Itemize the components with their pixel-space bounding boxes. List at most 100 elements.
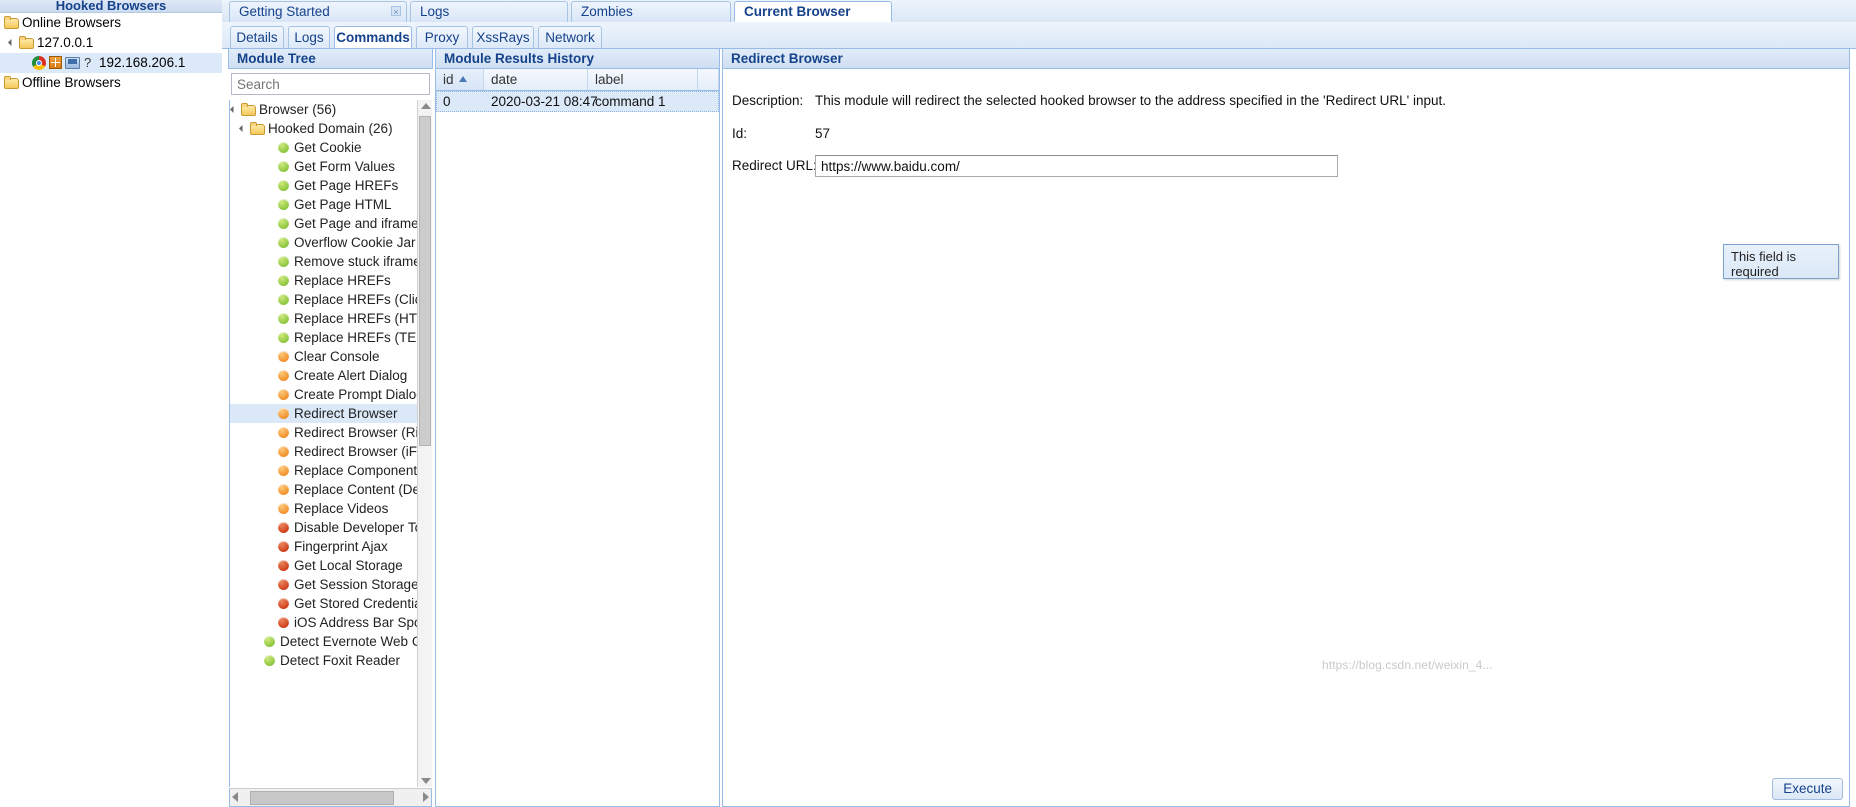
expander-icon[interactable]	[239, 124, 249, 134]
top-tab-current-browser[interactable]: Current Browser	[734, 1, 892, 22]
module-status-green-icon	[278, 294, 289, 305]
scroll-down-icon[interactable]	[421, 778, 431, 784]
tab-details[interactable]: Details	[230, 26, 284, 48]
scroll-thumb[interactable]	[419, 116, 431, 446]
module-tree-item[interactable]: Redirect Browser	[230, 404, 431, 423]
module-tree-item[interactable]: Replace HREFs (TEL	[230, 328, 431, 347]
module-tree-item[interactable]: Detect Evernote Web Cli	[230, 632, 431, 651]
module-tree-item[interactable]: Get Page and iframe	[230, 214, 431, 233]
module-tree-item[interactable]: Get Cookie	[230, 138, 431, 157]
execute-button[interactable]: Execute	[1772, 778, 1843, 800]
hooked-browsers-tree[interactable]: Online Browsers 127.0.0.1? 192.168.206.1 Of…	[0, 13, 222, 93]
description-value: This module will redirect the selected h…	[815, 93, 1446, 108]
top-tab-zombies[interactable]: Zombies	[571, 1, 731, 22]
node-label: Offline Browsers	[22, 75, 121, 90]
hooked-browser-node[interactable]: 127.0.0.1	[0, 33, 222, 53]
module-status-green-icon	[264, 636, 275, 647]
module-label: Get Local Storage	[294, 558, 403, 573]
module-detail-body: Description: This module will redirect t…	[722, 69, 1850, 807]
module-tree-horizontal-scrollbar[interactable]	[229, 788, 432, 807]
module-detail-header: Redirect Browser	[722, 48, 1850, 69]
scroll-right-icon[interactable]	[423, 792, 429, 802]
module-status-orange-icon	[278, 484, 289, 495]
close-icon[interactable]: ×	[391, 6, 401, 17]
module-tree-item[interactable]: Get Session Storage	[230, 575, 431, 594]
module-detail-panel: Redirect Browser Description: This modul…	[722, 48, 1850, 807]
module-label: Redirect Browser	[294, 406, 398, 421]
module-tree-item[interactable]: Create Prompt Dialog	[230, 385, 431, 404]
column-header-label: label	[595, 72, 624, 87]
module-status-orange-icon	[278, 351, 289, 362]
tab-network[interactable]: Network	[538, 26, 602, 48]
module-tree-item[interactable]: Replace HREFs (HTT	[230, 309, 431, 328]
module-tree-item[interactable]: Replace HREFs (Click	[230, 290, 431, 309]
module-label: Overflow Cookie Jar	[294, 235, 416, 250]
module-status-orange-icon	[278, 446, 289, 457]
module-tree-item[interactable]: Get Stored Credentia	[230, 594, 431, 613]
column-header-id[interactable]: id	[436, 69, 484, 90]
sub-tab-strip: Details Logs Commands Proxy XssRays Network	[222, 22, 1856, 49]
module-label: Hooked Domain (26)	[268, 121, 393, 136]
search-input[interactable]	[231, 73, 430, 95]
hooked-browsers-panel: Hooked Browsers Online Browsers 127.0.0.1…	[0, 0, 223, 807]
description-label: Description:	[732, 93, 804, 108]
module-tree-item[interactable]: Disable Developer To	[230, 518, 431, 537]
module-tree-item[interactable]: Create Alert Dialog	[230, 366, 431, 385]
expander-icon[interactable]	[230, 105, 240, 115]
module-label: Get Stored Credentia	[294, 596, 422, 611]
tab-proxy[interactable]: Proxy	[416, 26, 468, 48]
column-header-label: id	[443, 72, 454, 87]
top-tab-logs[interactable]: Logs	[410, 1, 568, 22]
tab-logs[interactable]: Logs	[288, 26, 330, 48]
redirect-url-input[interactable]	[815, 155, 1338, 177]
table-row[interactable]: 0 2020-03-21 08:47 command 1	[436, 91, 719, 112]
module-label: Create Alert Dialog	[294, 368, 408, 383]
module-tree-item[interactable]: Hooked Domain (26)	[230, 119, 431, 138]
module-status-green-icon	[278, 180, 289, 191]
module-tree-item[interactable]: Clear Console	[230, 347, 431, 366]
module-tree-item[interactable]: Redirect Browser (iFr	[230, 442, 431, 461]
module-tree-item[interactable]: Get Page HTML	[230, 195, 431, 214]
module-tree-item[interactable]: Get Local Storage	[230, 556, 431, 575]
tab-xssrays[interactable]: XssRays	[472, 26, 534, 48]
tab-label: XssRays	[476, 30, 530, 45]
module-tree-item[interactable]: Replace HREFs	[230, 271, 431, 290]
module-label: Get Page and iframe	[294, 216, 419, 231]
scroll-left-icon[interactable]	[232, 792, 238, 802]
hooked-browser-node[interactable]: Offline Browsers	[0, 73, 222, 93]
module-label: Get Form Values	[294, 159, 396, 174]
scroll-up-icon[interactable]	[421, 103, 431, 109]
module-status-green-icon	[278, 256, 289, 267]
module-tree-item[interactable]: iOS Address Bar Spo	[230, 613, 431, 632]
chrome-browser-icon	[32, 56, 46, 70]
results-grid-body[interactable]: 0 2020-03-21 08:47 command 1	[435, 91, 720, 807]
module-tree-vertical-scrollbar[interactable]	[417, 100, 432, 787]
module-status-green-icon	[278, 313, 289, 324]
module-tree-item[interactable]: Replace Content (De	[230, 480, 431, 499]
folder-icon	[19, 36, 34, 49]
module-tree-item[interactable]: Remove stuck iframe	[230, 252, 431, 271]
module-label: Create Prompt Dialog	[294, 387, 424, 402]
tab-commands[interactable]: Commands	[334, 26, 412, 49]
module-tree-item[interactable]: Overflow Cookie Jar	[230, 233, 431, 252]
unknown-icon: ?	[84, 55, 92, 70]
module-tree-item[interactable]: Get Form Values	[230, 157, 431, 176]
column-header-date[interactable]: date	[484, 69, 588, 90]
module-label: Clear Console	[294, 349, 380, 364]
expander-icon[interactable]	[8, 38, 18, 48]
hooked-browser-node[interactable]: ? 192.168.206.1	[0, 53, 222, 73]
sort-ascending-icon	[458, 76, 467, 82]
module-tree-item[interactable]: Get Page HREFs	[230, 176, 431, 195]
module-tree-item[interactable]: Detect Foxit Reader	[230, 651, 431, 670]
top-tab-getting-started[interactable]: Getting Started ×	[229, 1, 407, 22]
column-header-label: date	[491, 72, 518, 87]
module-tree-item[interactable]: Fingerprint Ajax	[230, 537, 431, 556]
module-tree-item[interactable]: Replace Component	[230, 461, 431, 480]
module-tree-item[interactable]: Browser (56)	[230, 100, 431, 119]
hooked-browser-node[interactable]: Online Browsers	[0, 13, 222, 33]
module-tree-item[interactable]: Replace Videos	[230, 499, 431, 518]
module-tree-item[interactable]: Redirect Browser (Ri	[230, 423, 431, 442]
scroll-thumb-horizontal[interactable]	[250, 791, 394, 805]
module-tree-list[interactable]: Browser (56) Hooked Domain (26) Get Cookie…	[229, 100, 432, 787]
column-header-label[interactable]: label	[588, 69, 698, 90]
